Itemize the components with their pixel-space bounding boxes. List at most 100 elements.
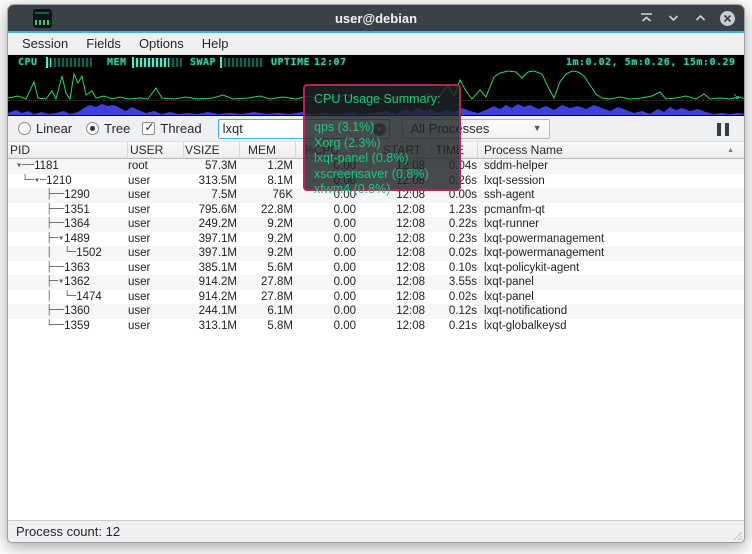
- tree-branch-icon[interactable]: ├──: [16, 217, 64, 232]
- cell-user: user: [128, 232, 184, 247]
- cell-pid: 1360: [64, 304, 90, 319]
- column-header-process-name[interactable]: Process Name: [478, 142, 744, 158]
- resize-grip[interactable]: [731, 529, 743, 541]
- tree-branch-icon[interactable]: ├─▾: [16, 275, 64, 290]
- cell-vsize: 244.1M: [184, 304, 240, 319]
- cell-name: lxqt-policykit-agent: [478, 261, 744, 276]
- cell-time: 1.23s: [432, 203, 478, 218]
- cpu-usage-tooltip: CPU Usage Summary: qps (3.1%)Xorg (2.3%)…: [303, 84, 461, 191]
- qps-window: user@debian SessionFieldsOptionsHelp CPU…: [7, 4, 745, 543]
- cell-name: lxqt-globalkeysd: [478, 319, 744, 334]
- cell-mem: 27.8M: [240, 290, 296, 305]
- tree-branch-icon[interactable]: ├─▾: [16, 232, 64, 247]
- cell-pid: 1363: [64, 261, 90, 276]
- table-row[interactable]: ├──1351 user 795.6M 22.8M 0.00 12:08 1.2…: [8, 203, 744, 218]
- pause-button[interactable]: [712, 121, 734, 137]
- tree-branch-icon[interactable]: │ └─: [16, 290, 76, 305]
- thread-checkbox[interactable]: [142, 122, 155, 135]
- cell-cpu: 0.00: [296, 232, 358, 247]
- app-icon: [33, 9, 52, 28]
- cell-name: lxqt-powermanagement: [478, 232, 744, 247]
- sort-indicator-icon[interactable]: ▲: [727, 147, 734, 154]
- cell-vsize: 397.1M: [184, 246, 240, 261]
- cell-user: user: [128, 217, 184, 232]
- close-button[interactable]: [718, 9, 736, 27]
- cell-cpu: 0.00: [296, 275, 358, 290]
- cell-name: sddm-helper: [478, 159, 744, 174]
- menu-item-options[interactable]: Options: [130, 33, 193, 54]
- tree-branch-icon[interactable]: ├──: [16, 261, 64, 276]
- menu-item-fields[interactable]: Fields: [77, 33, 130, 54]
- table-row[interactable]: └──1359 user 313.1M 5.8M 0.00 12:08 0.21…: [8, 319, 744, 334]
- cell-user: user: [128, 174, 184, 189]
- thread-checkbox-label: Thread: [160, 121, 201, 136]
- cell-vsize: 914.2M: [184, 275, 240, 290]
- cell-vsize: 397.1M: [184, 232, 240, 247]
- cell-start: 12:08: [358, 261, 432, 276]
- menu-item-help[interactable]: Help: [193, 33, 238, 54]
- cell-time: 0.23s: [432, 232, 478, 247]
- cell-time: 0.21s: [432, 319, 478, 334]
- cell-pid: 1362: [64, 275, 90, 290]
- cell-mem: 9.2M: [240, 246, 296, 261]
- table-empty-area: [8, 333, 744, 520]
- shade-button[interactable]: [637, 9, 655, 27]
- mem-meter: [132, 58, 182, 67]
- tree-branch-icon[interactable]: ├──: [16, 203, 64, 218]
- tooltip-entry: xfwm4 (0.8%): [314, 182, 459, 198]
- cell-vsize: 313.1M: [184, 319, 240, 334]
- tree-branch-icon[interactable]: ▾──: [16, 159, 34, 174]
- cell-start: 12:08: [358, 290, 432, 305]
- table-row[interactable]: ├──1363 user 385.1M 5.6M 0.00 12:08 0.10…: [8, 261, 744, 276]
- cell-time: 0.10s: [432, 261, 478, 276]
- table-row[interactable]: ├──1364 user 249.2M 9.2M 0.00 12:08 0.22…: [8, 217, 744, 232]
- cpu-label: CPU: [18, 57, 38, 68]
- cell-user: user: [128, 203, 184, 218]
- tooltip-entry: xscreensaver (0.8%): [314, 167, 459, 183]
- minimize-button[interactable]: [664, 9, 682, 27]
- tree-branch-icon[interactable]: └──: [16, 319, 64, 334]
- column-header-vsize[interactable]: VSIZE: [184, 142, 240, 158]
- cell-user: user: [128, 304, 184, 319]
- cell-user: user: [128, 275, 184, 290]
- table-row[interactable]: ├──1360 user 244.1M 6.1M 0.00 12:08 0.12…: [8, 304, 744, 319]
- table-row[interactable]: │ └─1502 user 397.1M 9.2M 0.00 12:08 0.0…: [8, 246, 744, 261]
- table-row[interactable]: │ └─1474 user 914.2M 27.8M 0.00 12:08 0.…: [8, 290, 744, 305]
- cell-pid: 1351: [64, 203, 90, 218]
- tree-branch-icon[interactable]: ├──: [16, 304, 64, 319]
- cell-time: 0.12s: [432, 304, 478, 319]
- cell-vsize: 7.5M: [184, 188, 240, 203]
- cell-mem: 76K: [240, 188, 296, 203]
- cell-cpu: 0.00: [296, 203, 358, 218]
- linear-radio[interactable]: [18, 122, 31, 135]
- cell-user: user: [128, 319, 184, 334]
- cell-vsize: 914.2M: [184, 290, 240, 305]
- table-row[interactable]: ├─▾1362 user 914.2M 27.8M 0.00 12:08 3.5…: [8, 275, 744, 290]
- tree-branch-icon[interactable]: │ └─: [16, 246, 76, 261]
- mem-label: MEM: [107, 57, 127, 68]
- maximize-button[interactable]: [691, 9, 709, 27]
- column-header-user[interactable]: USER: [128, 142, 184, 158]
- titlebar[interactable]: user@debian: [8, 5, 744, 31]
- cell-name: lxqt-powermanagement: [478, 246, 744, 261]
- tree-branch-icon[interactable]: └─▾─: [16, 174, 46, 189]
- menu-item-session[interactable]: Session: [13, 33, 77, 54]
- cell-name: ssh-agent: [478, 188, 744, 203]
- cpu-meter: [46, 58, 92, 67]
- cell-time: 0.02s: [432, 290, 478, 305]
- column-header-mem[interactable]: MEM: [240, 142, 296, 158]
- cell-name: pcmanfm-qt: [478, 203, 744, 218]
- cell-name: lxqt-notificationd: [478, 304, 744, 319]
- cell-mem: 8.1M: [240, 174, 296, 189]
- cell-start: 12:08: [358, 275, 432, 290]
- column-header-pid[interactable]: PID: [8, 142, 128, 158]
- cell-vsize: 57.3M: [184, 159, 240, 174]
- menubar: SessionFieldsOptionsHelp: [8, 33, 744, 55]
- table-row[interactable]: ├─▾1489 user 397.1M 9.2M 0.00 12:08 0.23…: [8, 232, 744, 247]
- cell-mem: 9.2M: [240, 217, 296, 232]
- tree-radio[interactable]: [86, 122, 99, 135]
- cell-name: lxqt-panel: [478, 290, 744, 305]
- cell-name: lxqt-runner: [478, 217, 744, 232]
- tree-branch-icon[interactable]: ├──: [16, 188, 64, 203]
- uptime-label: UPTIME: [271, 57, 310, 68]
